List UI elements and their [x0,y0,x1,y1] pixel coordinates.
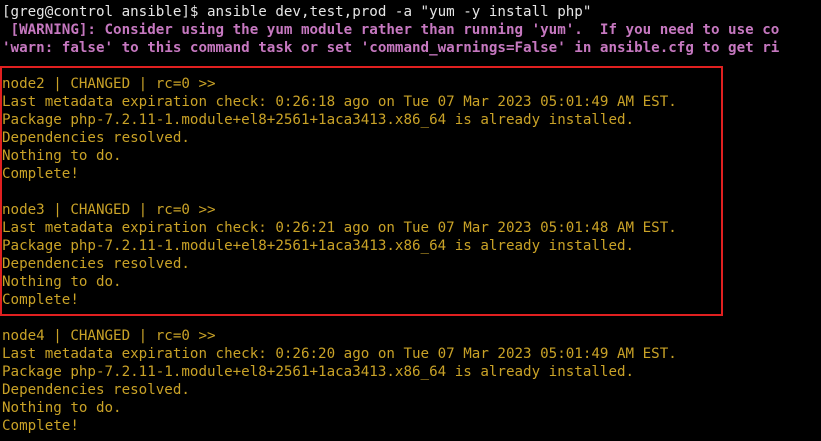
node4-nothing-line: Nothing to do. [2,400,122,416]
node4-metadata-line: Last metadata expiration check: 0:26:20 … [2,346,677,362]
node4-dependencies-line: Dependencies resolved. [2,382,190,398]
node4-header: node4 | CHANGED | rc=0 >> [2,328,216,344]
terminal-window[interactable]: [greg@control ansible]$ ansible dev,test… [0,0,821,441]
highlight-box [0,66,723,316]
command-prompt-line: [greg@control ansible]$ ansible dev,test… [2,4,592,20]
warning-line-2: 'warn: false' to this command task or se… [2,40,780,56]
node4-package-line: Package php-7.2.11-1.module+el8+2561+1ac… [2,364,635,380]
node4-complete-line: Complete! [2,418,79,434]
warning-line-1: [WARNING]: Consider using the yum module… [2,22,780,38]
